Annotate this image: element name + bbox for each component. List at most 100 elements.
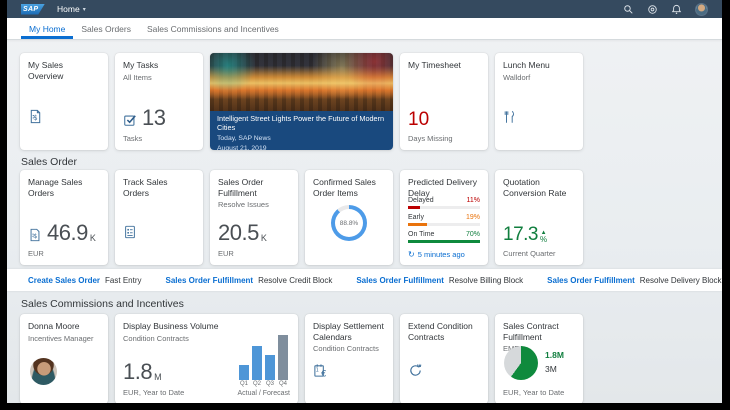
tile-quotation-conversion-rate[interactable]: Quotation Conversion Rate 17.3 ▲ % Curre…	[495, 170, 583, 265]
link-create-sales-order: Create Sales Order Fast Entry	[28, 276, 142, 285]
tile-display-settlement-calendars[interactable]: Display Settlement Calendars Condition C…	[305, 314, 393, 403]
user-avatar[interactable]	[695, 3, 708, 16]
quarterly-bar-chart: Q1 Q2 Q3 Q4	[239, 335, 288, 387]
donna-avatar	[30, 358, 57, 385]
chevron-down-icon: ▾	[83, 6, 86, 13]
news-source: Today, SAP News	[217, 134, 386, 143]
section-header-commissions: Sales Commissions and Incentives	[7, 298, 722, 310]
days-missing-count: 10	[408, 110, 429, 129]
row-value: 19%	[466, 214, 480, 222]
tile-donna-moore[interactable]: Donna Moore Incentives Manager	[20, 314, 108, 403]
bar-label: Q2	[253, 381, 261, 387]
tile-manage-sales-orders[interactable]: Manage Sales Orders $ 46.9 K EUR	[20, 170, 108, 265]
link-resolve-billing-block: Sales Order Fulfillment Resolve Billing …	[356, 276, 523, 285]
link-desc: Fast Entry	[105, 276, 141, 285]
bar-q2	[252, 346, 262, 380]
svg-text:$: $	[33, 232, 37, 240]
link[interactable]: Sales Order Fulfillment	[166, 276, 254, 285]
tab-sales-commissions[interactable]: Sales Commissions and Incentives	[139, 18, 287, 39]
row-value: 11%	[467, 197, 481, 205]
bar-q4-forecast	[278, 335, 288, 380]
tile-footer: EUR, Year to Date	[503, 388, 564, 397]
link[interactable]: Sales Order Fulfillment	[356, 276, 444, 285]
quick-links-strip: Create Sales Order Fast Entry Sales Orde…	[7, 269, 722, 291]
bar-label: Q4	[279, 381, 287, 387]
link[interactable]: Create Sales Order	[28, 276, 100, 285]
tile-title: My Tasks	[123, 60, 195, 71]
link-desc: Resolve Delivery Block	[640, 276, 722, 285]
tile-display-business-volume[interactable]: Display Business Volume Condition Contra…	[115, 314, 298, 403]
tile-my-timesheet[interactable]: My Timesheet 10 Days Missing	[400, 53, 488, 150]
svg-text:★: ★	[418, 363, 422, 369]
tile-title: Display Settlement Calendars	[313, 321, 385, 342]
radial-chart-value: 88.8%	[331, 205, 367, 241]
tile-lunch-menu[interactable]: Lunch Menu Walldorf	[495, 53, 583, 150]
tile-news[interactable]: Intelligent Street Lights Power the Futu…	[210, 53, 393, 150]
section-header-sales-order: Sales Order	[7, 156, 722, 168]
row-label: Delayed	[408, 197, 434, 205]
tile-footer: Days Missing	[408, 134, 453, 143]
tile-my-sales-overview[interactable]: My Sales Overview $	[20, 53, 108, 150]
tile-title: Manage Sales Orders	[28, 177, 100, 198]
tile-title: Extend Condition Contracts	[408, 321, 480, 342]
tile-title: My Sales Overview	[28, 60, 100, 81]
link-desc: Resolve Credit Block	[258, 276, 332, 285]
calendar-euro-icon: 1€	[313, 363, 328, 378]
row-label: On Time	[408, 231, 434, 239]
tile-title: Sales Contract Fulfillment	[503, 321, 575, 342]
tile-title: Display Business Volume	[123, 321, 290, 332]
tile-sales-contract-fulfillment[interactable]: Sales Contract Fulfillment EMEA 1.8M 3M …	[495, 314, 583, 403]
svg-text:1: 1	[316, 367, 319, 373]
news-headline: Intelligent Street Lights Power the Futu…	[217, 114, 386, 133]
tab-sales-orders[interactable]: Sales Orders	[73, 18, 139, 39]
tile-footer: Tasks	[123, 134, 142, 143]
sales-order-tile-row: Manage Sales Orders $ 46.9 K EUR Track S…	[7, 170, 722, 265]
tile-title: Predicted Delivery Delay	[408, 177, 480, 198]
shell-actions	[623, 3, 708, 16]
kpi-unit: K	[90, 233, 96, 243]
fiori-launchpad: SAP Home ▾ My Home Sales Orders Sales Co…	[7, 0, 722, 403]
refresh-status[interactable]: ↻ 5 minutes ago	[408, 250, 465, 259]
meal-icon	[503, 110, 517, 124]
kpi-unit: M	[154, 372, 162, 382]
tile-subtitle: Resolve Issues	[218, 200, 290, 209]
tile-footer: EUR, Year to Date	[123, 388, 184, 397]
tab-my-home[interactable]: My Home	[21, 18, 73, 39]
document-list-icon	[123, 225, 137, 239]
tile-title: Quotation Conversion Rate	[503, 177, 575, 198]
chart-row-early: Early 19%	[408, 214, 480, 226]
kpi-value: 17.3	[503, 226, 538, 244]
sales-document-icon: $	[28, 228, 42, 242]
row-label: Early	[408, 214, 424, 222]
refresh-text: 5 minutes ago	[418, 250, 465, 259]
chart-row-delayed: Delayed 11%	[408, 197, 480, 209]
tile-extend-condition-contracts[interactable]: Extend Condition Contracts ★	[400, 314, 488, 403]
link[interactable]: Sales Order Fulfillment	[547, 276, 635, 285]
tile-title: Confirmed Sales Order Items	[313, 177, 385, 198]
link-desc: Resolve Billing Block	[449, 276, 523, 285]
tile-track-sales-orders[interactable]: Track Sales Orders	[115, 170, 203, 265]
copilot-icon[interactable]	[647, 4, 658, 15]
sales-document-icon: $	[28, 109, 43, 124]
refresh-icon: ↻	[408, 251, 415, 259]
sap-logo[interactable]: SAP	[21, 4, 45, 15]
shell-home-menu[interactable]: Home ▾	[57, 4, 86, 14]
tile-title: Track Sales Orders	[123, 177, 195, 198]
search-icon[interactable]	[623, 4, 634, 15]
svg-text:$: $	[33, 113, 37, 122]
chart-caption: Actual / Forecast	[237, 390, 290, 397]
notifications-bell-icon[interactable]	[671, 4, 682, 15]
news-image	[210, 53, 393, 111]
tile-subtitle: All Items	[123, 73, 195, 82]
tile-title: My Timesheet	[408, 60, 480, 71]
tile-predicted-delivery-delay[interactable]: Predicted Delivery Delay Delayed 11% Earl…	[400, 170, 488, 265]
kpi-unit: K	[261, 233, 267, 243]
tile-my-tasks[interactable]: My Tasks All Items 13 Tasks	[115, 53, 203, 150]
tile-confirmed-sales-order-items[interactable]: Confirmed Sales Order Items 88.8%	[305, 170, 393, 265]
tile-title: Lunch Menu	[503, 60, 575, 71]
tile-subtitle: Incentives Manager	[28, 334, 100, 343]
kpi-value: 46.9	[47, 223, 88, 244]
tile-title: Sales Order Fulfillment	[218, 177, 290, 198]
chart-row-on-time: On Time70%	[408, 231, 480, 243]
tile-sales-order-fulfillment[interactable]: Sales Order Fulfillment Resolve Issues 2…	[210, 170, 298, 265]
